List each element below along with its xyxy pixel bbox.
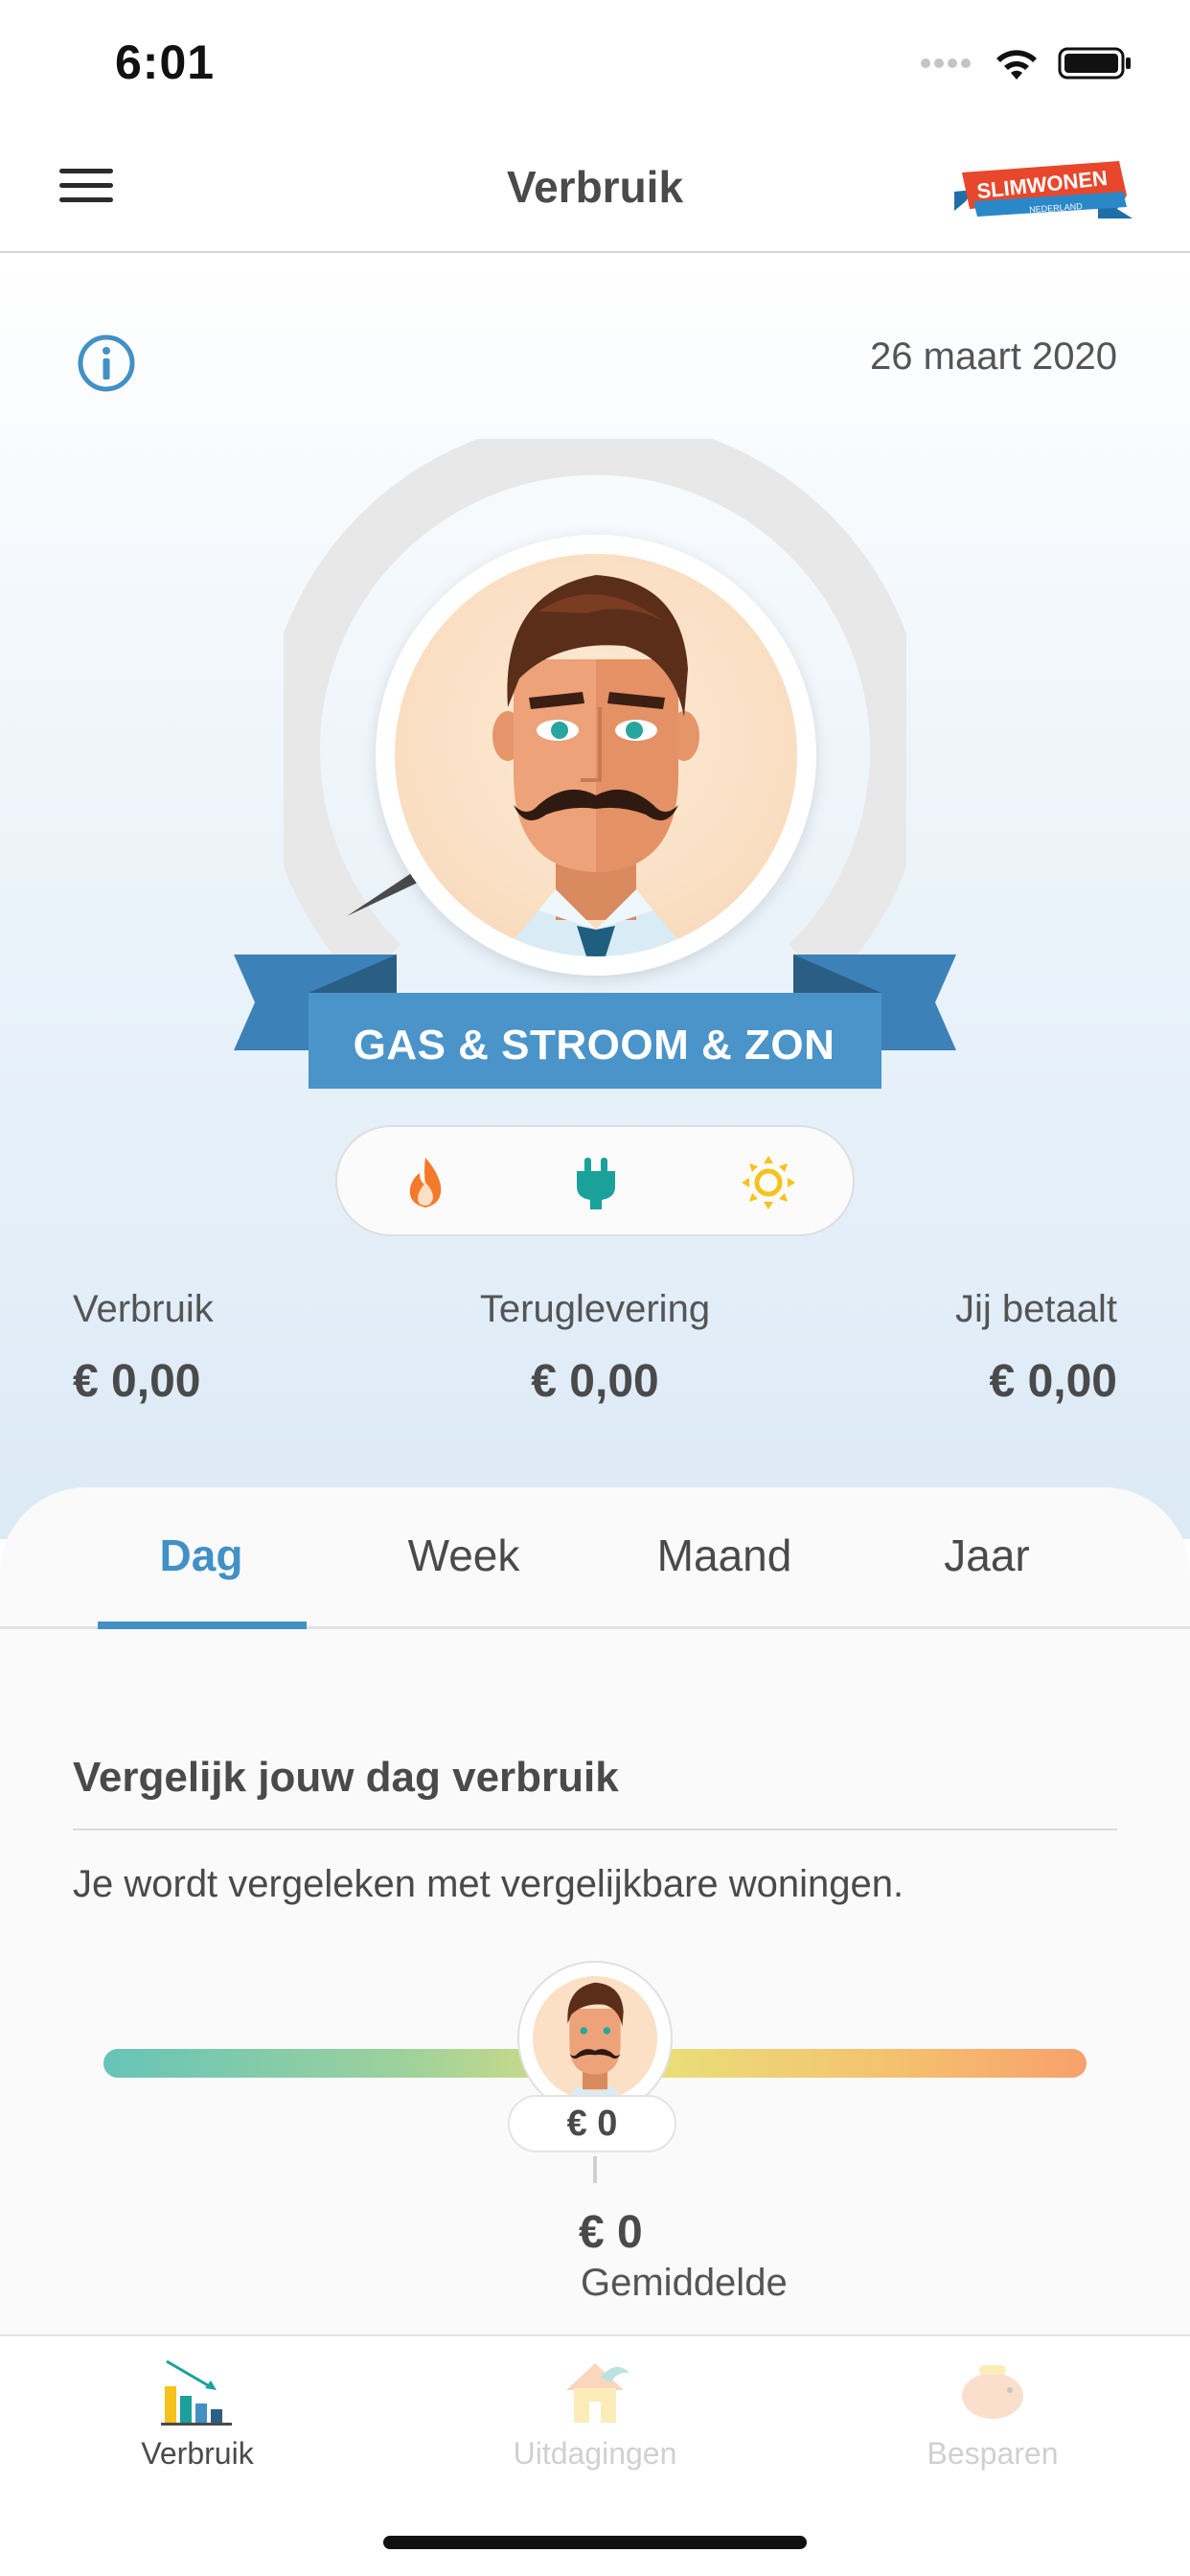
tab-week[interactable]: Week	[358, 1530, 569, 1581]
period-tabs: Dag Week Maand Jaar	[0, 1487, 1190, 1629]
slimwonen-logo: SLIMWONEN NEDERLAND	[954, 161, 1133, 218]
avatar	[376, 535, 816, 976]
character-mini-illustration	[565, 1982, 625, 2101]
stat-value-jij-betaalt: € 0,00	[989, 1356, 1117, 1407]
status-time: 6:01	[115, 35, 216, 89]
average-label: Gemiddelde	[581, 2262, 788, 2304]
wifi-icon	[996, 50, 1037, 80]
battery-icon	[1058, 47, 1131, 80]
bottom-tab-label: Verbruik	[141, 2436, 254, 2471]
bottom-tab-besparen[interactable]: Besparen	[849, 2354, 1136, 2497]
energy-banner-label: GAS & STROOM & ZON	[353, 1022, 835, 1069]
info-icon[interactable]	[77, 334, 136, 393]
divider	[73, 1828, 1117, 1830]
bottom-tab-label: Besparen	[927, 2436, 1059, 2471]
nav-bar: Verbruik SLIMWONEN NEDERLAND	[0, 126, 1190, 253]
bottom-tab-uitdagingen[interactable]: Uitdagingen	[451, 2354, 739, 2497]
stat-label-jij-betaalt: Jij betaalt	[955, 1288, 1117, 1330]
flame-icon[interactable]	[397, 1154, 454, 1211]
active-tab-indicator	[98, 1622, 307, 1629]
period-panel: Dag Week Maand Jaar Vergelijk jouw dag v…	[0, 1487, 1190, 2340]
comparison-avatar	[517, 1961, 673, 2116]
tab-maand[interactable]: Maand	[619, 1530, 830, 1581]
tab-dag[interactable]: Dag	[96, 1530, 307, 1581]
sun-icon[interactable]	[740, 1154, 797, 1211]
hero-section: 26 maart 2020 GAS & STROOM & ZON Verbrui…	[0, 255, 1190, 1539]
bottom-tab-verbruik[interactable]: Verbruik	[54, 2354, 341, 2497]
signal-icon	[921, 58, 971, 68]
average-value: € 0	[579, 2207, 643, 2258]
status-bar: 6:01	[0, 0, 1190, 126]
plug-icon[interactable]	[567, 1154, 625, 1211]
comparison-title: Vergelijk jouw dag verbruik	[73, 1754, 619, 1801]
bottom-tab-label: Uitdagingen	[513, 2436, 677, 2471]
tab-jaar[interactable]: Jaar	[881, 1530, 1092, 1581]
value-marker	[593, 2156, 597, 2183]
piggy-bank-icon	[962, 2365, 1023, 2419]
house-icon	[566, 2363, 629, 2423]
home-indicator[interactable]	[383, 2536, 807, 2549]
character-illustration	[492, 575, 699, 956]
energy-type-selector	[335, 1125, 855, 1236]
status-icons	[920, 44, 1133, 82]
date-label: 26 maart 2020	[870, 335, 1117, 378]
bar-chart-icon	[161, 2359, 232, 2426]
your-value-chip: € 0	[508, 2095, 676, 2152]
comparison-subtitle: Je wordt vergeleken met vergelijkbare wo…	[73, 1863, 904, 1905]
